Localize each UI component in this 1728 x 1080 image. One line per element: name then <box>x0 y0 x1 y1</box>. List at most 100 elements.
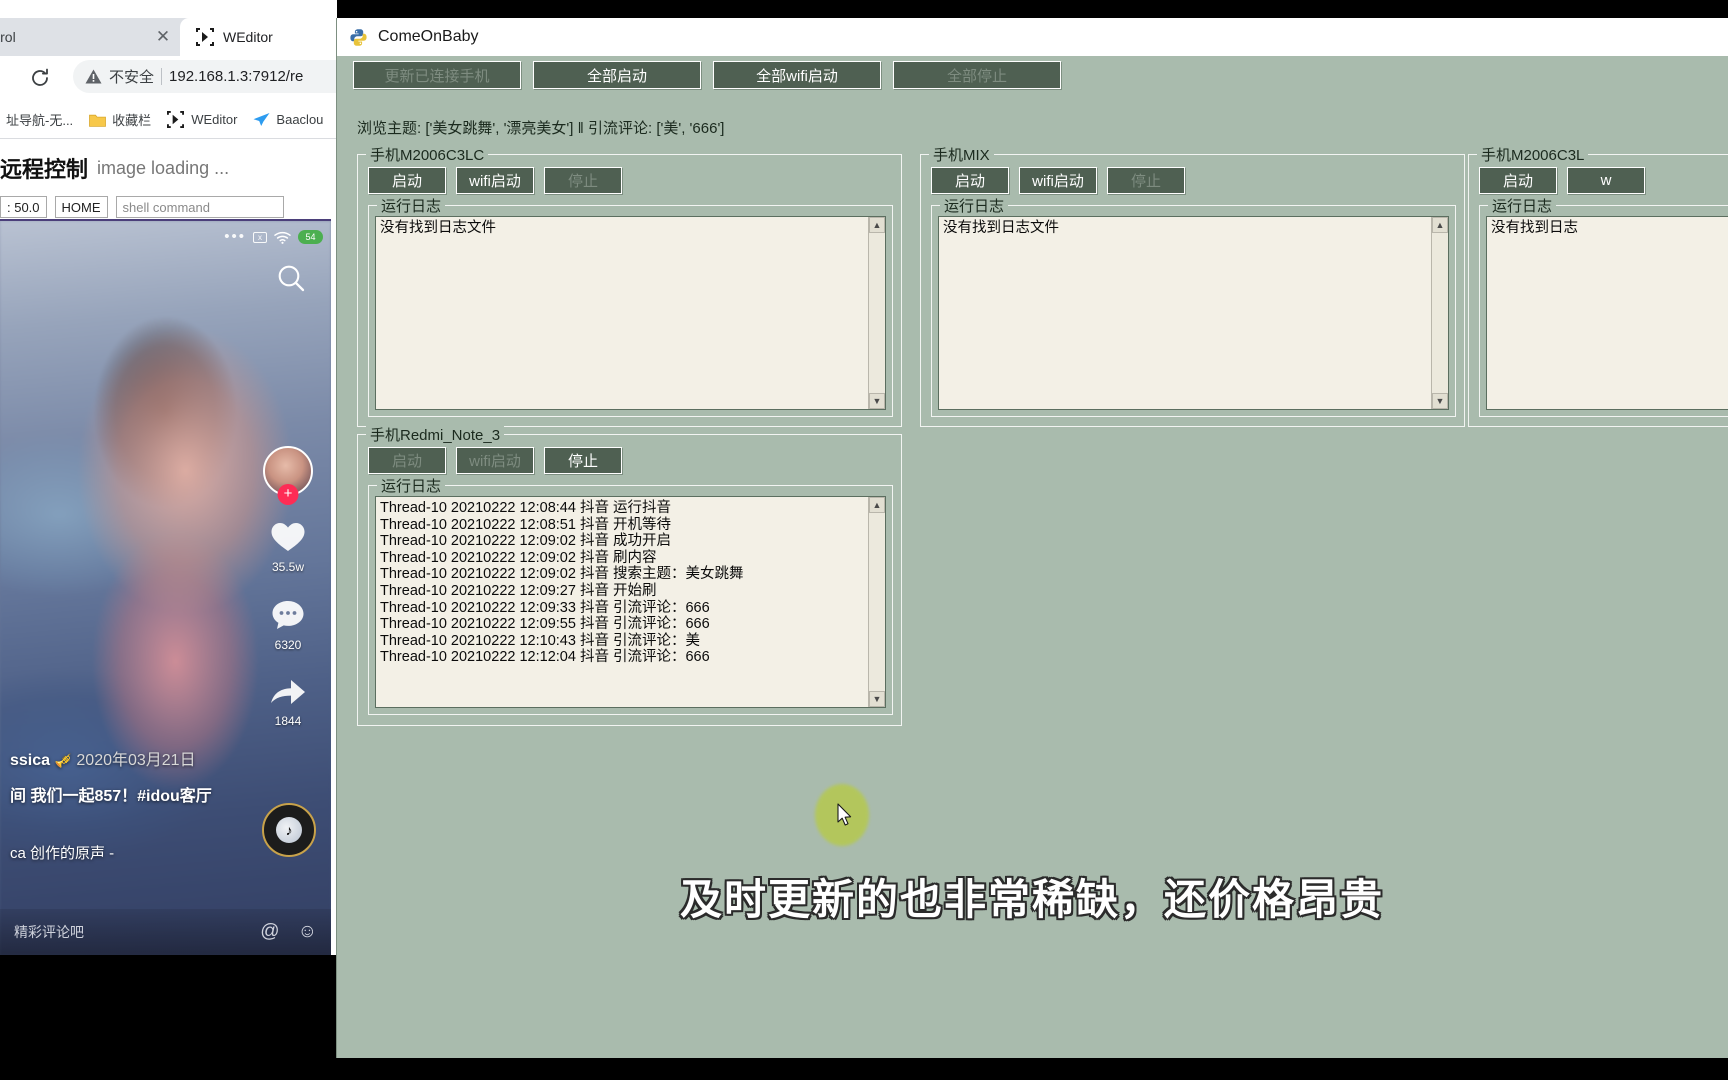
bookmarks-bar: 址导航-无... 收藏栏 WEditor Baaclou <box>0 101 337 138</box>
shell-input[interactable]: shell command <box>115 196 284 218</box>
share-button[interactable]: 1844 <box>257 676 319 728</box>
divider <box>161 68 163 85</box>
search-icon[interactable] <box>276 263 306 298</box>
device-buttons: 启动 wifi启动 停止 <box>931 167 1185 194</box>
bookmark-nav[interactable]: 址导航-无... <box>0 106 79 133</box>
device-buttons: 启动 w <box>1479 167 1645 194</box>
device-title: 手机M2006C3LC <box>366 144 489 165</box>
scale-value: : 50.0 <box>0 196 47 218</box>
like-button[interactable]: 35.5w <box>257 520 319 574</box>
page-title: 远程控制 <box>0 157 89 182</box>
security-label: 不安全 <box>109 69 155 86</box>
stop-button[interactable]: 停止 <box>544 447 622 474</box>
device-panel-redmi-note-3: 手机Redmi_Note_3 启动 wifi启动 停止 运行日志 Thread-… <box>357 424 902 726</box>
log-group: 运行日志 没有找到日志文件 ▲ ▼ <box>931 195 1456 417</box>
device-panel-m2006c3l: 手机M2006C3L 启动 w 运行日志 没有找到日志 <box>1468 144 1728 427</box>
log-box[interactable]: 没有找到日志文件 ▲ ▼ <box>375 216 886 410</box>
video-caption: ssica 🎺 2020年03月21日 间 我们一起857！#idou客厅 ca… <box>10 746 253 863</box>
x-box-icon: x <box>253 231 267 243</box>
weditor-icon <box>167 110 185 129</box>
log-scrollbar[interactable]: ▲ ▼ <box>868 217 885 409</box>
scroll-down-arrow-icon[interactable]: ▼ <box>869 691 885 707</box>
more-dots-icon: ••• <box>224 228 246 245</box>
weditor-icon <box>196 28 214 46</box>
music-disc-icon[interactable]: ♪ <box>262 803 316 857</box>
log-group: 运行日志 没有找到日志文件 ▲ ▼ <box>368 195 893 417</box>
start-all-wifi-button[interactable]: 全部wifi启动 <box>713 61 881 89</box>
stop-button[interactable]: 停止 <box>1107 167 1185 194</box>
wifi-start-button[interactable]: wifi启动 <box>456 447 534 474</box>
scroll-down-arrow-icon[interactable]: ▼ <box>1432 393 1448 409</box>
wifi-start-button[interactable]: w <box>1567 167 1645 194</box>
scroll-up-arrow-icon[interactable]: ▲ <box>869 217 885 233</box>
page-status: image loading ... <box>97 157 230 178</box>
phone-screen-mirror[interactable]: ••• x 54 + 35.5w 6320 1844 ♪ ssica 🎺 202… <box>0 219 331 955</box>
wifi-start-button[interactable]: wifi启动 <box>456 167 534 194</box>
stop-all-button[interactable]: 全部停止 <box>893 61 1061 89</box>
bookmark-label: Baaclou <box>276 112 324 127</box>
device-title: 手机MIX <box>929 144 994 165</box>
log-scrollbar[interactable]: ▲ ▼ <box>1431 217 1448 409</box>
bookmark-label: 址导航-无... <box>6 113 74 128</box>
start-button[interactable]: 启动 <box>368 167 446 194</box>
home-button[interactable]: HOME <box>54 196 108 218</box>
window-title: ComeOnBaby <box>378 28 479 45</box>
address-bar[interactable]: 不安全 192.168.1.3:7912/re <box>73 60 337 93</box>
log-group-label: 运行日志 <box>377 475 446 496</box>
tab-active-label: WEditor <box>223 29 273 45</box>
avatar[interactable]: + <box>263 446 313 505</box>
bottom-letterbox <box>0 955 336 1080</box>
log-scrollbar[interactable]: ▲ ▼ <box>868 497 885 707</box>
close-icon[interactable]: ✕ <box>155 28 171 45</box>
scroll-up-arrow-icon[interactable]: ▲ <box>869 497 885 513</box>
url-text: 192.168.1.3:7912/re <box>169 68 304 85</box>
scroll-up-arrow-icon[interactable]: ▲ <box>1432 217 1448 233</box>
log-group: 运行日志 Thread-10 20210222 12:08:44 抖音 运行抖音… <box>368 475 893 715</box>
log-box[interactable]: Thread-10 20210222 12:08:44 抖音 运行抖音 Thre… <box>375 496 886 708</box>
bookmark-folder[interactable]: 收藏栏 <box>83 106 157 133</box>
tab-remote-control[interactable]: e control <box>0 18 178 56</box>
plus-follow-icon[interactable]: + <box>277 484 299 505</box>
scroll-down-arrow-icon[interactable]: ▼ <box>869 393 885 409</box>
log-box[interactable]: 没有找到日志 <box>1486 216 1728 410</box>
bookmark-weditor[interactable]: WEditor <box>161 107 243 133</box>
comment-button[interactable]: 6320 <box>257 598 319 652</box>
reload-icon[interactable] <box>24 62 56 94</box>
username-label: ssica 🎺 2020年03月21日 <box>10 752 196 769</box>
start-button[interactable]: 启动 <box>368 447 446 474</box>
device-panel-mix: 手机MIX 启动 wifi启动 停止 运行日志 没有找到日志文件 ▲ ▼ <box>920 144 1465 427</box>
at-icon[interactable]: @ <box>260 921 279 943</box>
comment-count: 6320 <box>274 638 302 652</box>
comment-bar[interactable]: 精彩评论吧 @ ☺ <box>0 909 331 955</box>
music-note-icon: ♪ <box>276 817 302 843</box>
log-text: 没有找到日志文件 <box>380 220 496 236</box>
log-text: 没有找到日志文件 <box>943 220 1059 236</box>
comment-input[interactable]: 精彩评论吧 <box>14 922 242 942</box>
device-buttons: 启动 wifi启动 停止 <box>368 447 622 474</box>
bookmark-baaclou[interactable]: Baaclou <box>247 108 329 131</box>
screen: e control ✕ WEditor <box>0 0 1728 1080</box>
share-arrow-icon <box>271 680 305 704</box>
device-title: 手机Redmi_Note_3 <box>366 424 505 445</box>
mouse-cursor-icon <box>837 803 854 832</box>
device-buttons: 启动 wifi启动 停止 <box>368 167 622 194</box>
wifi-start-button[interactable]: wifi启动 <box>1019 167 1097 194</box>
emoji-icon[interactable]: ☺ <box>298 921 317 943</box>
stop-button[interactable]: 停止 <box>544 167 622 194</box>
refresh-devices-button[interactable]: 更新已连接手机 <box>353 61 521 89</box>
log-group-label: 运行日志 <box>1488 195 1557 216</box>
video-date: 2020年03月21日 <box>76 752 196 769</box>
python-icon <box>349 28 368 47</box>
tab-inactive-label: e control <box>0 29 16 45</box>
wifi-icon <box>274 231 291 244</box>
log-box[interactable]: 没有找到日志文件 ▲ ▼ <box>938 216 1449 410</box>
tab-weditor[interactable]: WEditor <box>180 18 337 56</box>
start-button[interactable]: 启动 <box>1479 167 1557 194</box>
start-all-button[interactable]: 全部启动 <box>533 61 701 89</box>
battery-indicator: 54 <box>298 230 323 244</box>
start-button[interactable]: 启动 <box>931 167 1009 194</box>
log-text: Thread-10 20210222 12:08:44 抖音 运行抖音 Thre… <box>380 500 744 666</box>
share-count: 1844 <box>274 714 302 728</box>
log-group-label: 运行日志 <box>377 195 446 216</box>
summary-text: 浏览主题: ['美女跳舞', '漂亮美女'] ‖ 引流评论: ['美', '66… <box>357 120 725 137</box>
